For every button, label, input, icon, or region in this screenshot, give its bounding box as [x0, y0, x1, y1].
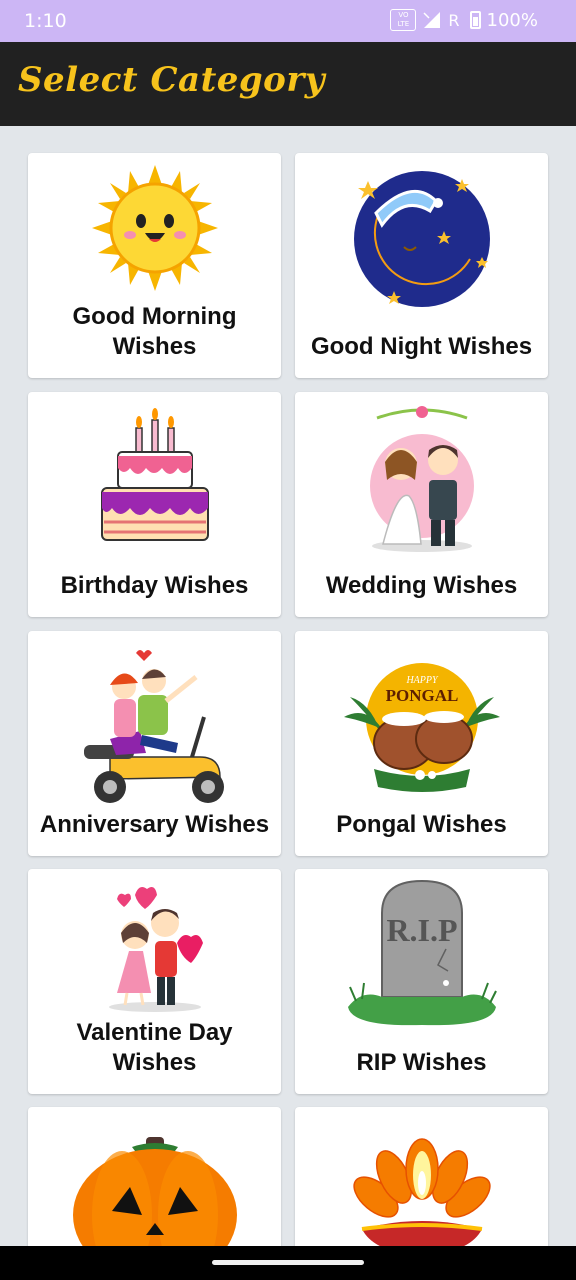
category-label: Good Morning Wishes — [72, 303, 237, 360]
status-bar: 1:10 VO LTE R 100% — [0, 0, 576, 42]
diya-lamp-icon — [352, 1138, 491, 1246]
cake-icon — [100, 408, 209, 541]
category-label: Birthday Wishes — [60, 572, 249, 599]
battery-icon — [469, 11, 481, 29]
category-grid[interactable]: Good Morning Wishes Good Night Wishes Bi… — [0, 126, 576, 1246]
sun-icon — [91, 165, 218, 291]
category-label: RIP Wishes — [356, 1049, 487, 1076]
home-gesture-handle[interactable] — [212, 1260, 364, 1265]
scooter-couple-icon — [83, 650, 224, 803]
pumpkin-icon — [72, 1137, 237, 1246]
tombstone-icon: R.I.P — [347, 879, 497, 1026]
signal-icon — [422, 11, 441, 28]
rip-icon-text: R.I.P — [386, 912, 457, 948]
category-card-valentine[interactable]: Valentine Day Wishes — [28, 869, 281, 1094]
category-card-pongal[interactable]: HAPPY PONGAL Pongal Wishes — [295, 631, 548, 856]
category-card-halloween[interactable] — [28, 1107, 281, 1246]
category-label: Anniversary Wishes — [39, 811, 270, 838]
battery-percent: 100% — [486, 9, 538, 31]
wedding-couple-icon — [369, 406, 474, 552]
category-card-rip[interactable]: R.I.P RIP Wishes — [295, 869, 548, 1094]
category-card-diwali[interactable] — [295, 1107, 548, 1246]
volte-bottom-text: LTE — [397, 20, 410, 28]
navigation-bar — [0, 1246, 576, 1280]
status-icons: VO LTE R 100% — [390, 9, 538, 31]
valentine-couple-icon — [108, 887, 203, 1012]
category-card-anniversary[interactable]: Anniversary Wishes — [28, 631, 281, 856]
category-card-good-night[interactable]: Good Night Wishes — [295, 153, 548, 378]
category-label: Pongal Wishes — [336, 811, 507, 838]
volte-top-text: VO — [398, 11, 409, 19]
pongal-icon-subtitle: HAPPY — [405, 675, 439, 686]
status-time: 1:10 — [24, 10, 67, 32]
moon-icon — [353, 171, 490, 307]
pongal-icon-text: PONGAL — [385, 686, 458, 705]
category-card-birthday[interactable]: Birthday Wishes — [28, 392, 281, 617]
pongal-pot-icon: HAPPY PONGAL — [343, 663, 500, 792]
category-card-wedding[interactable]: Wedding Wishes — [295, 392, 548, 617]
category-label: Wedding Wishes — [325, 572, 518, 599]
volte-icon: VO LTE — [390, 9, 417, 31]
page-title: Select Category — [18, 60, 326, 100]
category-label: Valentine Day Wishes — [76, 1019, 233, 1076]
category-label: Good Night Wishes — [310, 333, 533, 360]
app-bar: Select Category — [0, 42, 576, 126]
roaming-indicator: R — [448, 10, 460, 30]
category-card-good-morning[interactable]: Good Morning Wishes — [28, 153, 281, 378]
